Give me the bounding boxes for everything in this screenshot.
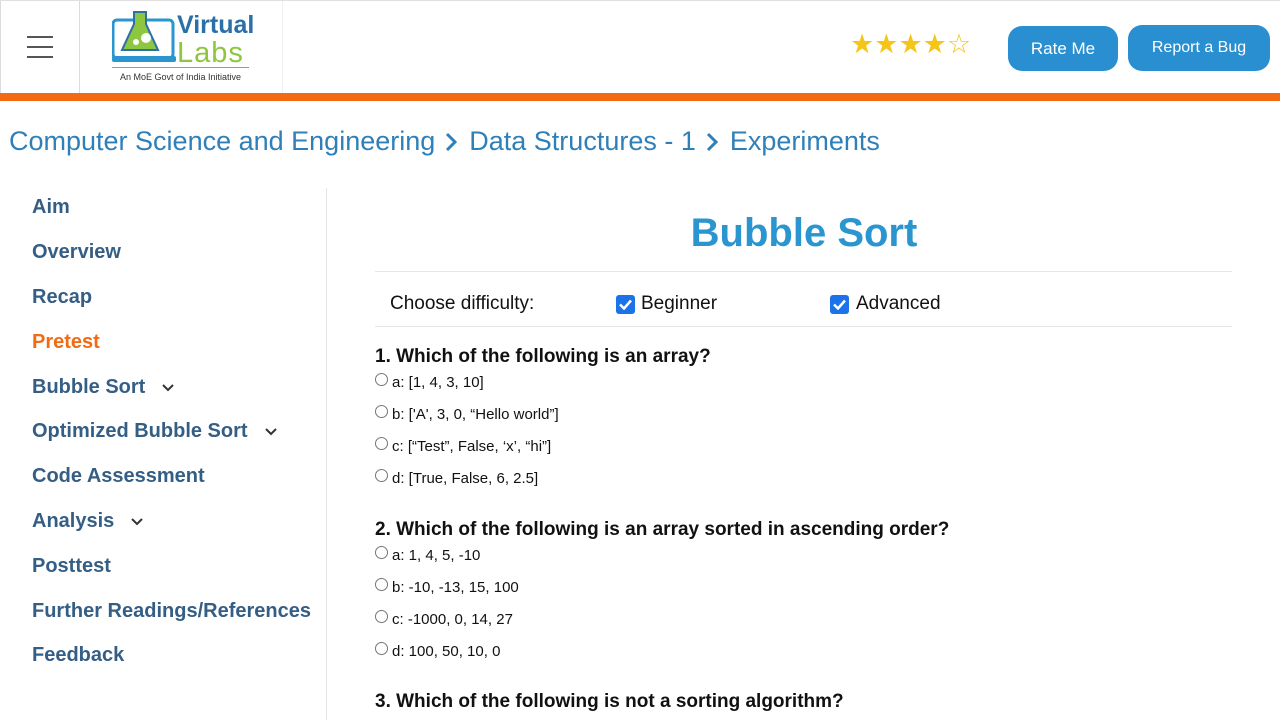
menu-icon-line [27, 46, 53, 48]
sidebar-item-label: Recap [32, 286, 93, 308]
logo-tagline: An MoE Govt of India Initiative [120, 72, 242, 82]
menu-icon-line [27, 56, 53, 58]
sidebar-item[interactable]: Aim [32, 196, 70, 219]
sidebar-item-label: Pretest [32, 331, 100, 353]
logo-divider [112, 67, 249, 68]
answer-option[interactable]: c: -1000, 0, 14, 27 [375, 610, 513, 628]
sidebar-item-label: Feedback [32, 644, 125, 666]
advanced-label[interactable]: Advanced [856, 293, 941, 315]
answer-option-label: d: [True, False, 6, 2.5] [392, 470, 539, 487]
answer-option[interactable]: a: 1, 4, 5, -10 [375, 546, 481, 564]
logo-word-virtual: Virtual [177, 11, 255, 39]
sidebar-item[interactable]: Overview [32, 241, 121, 264]
chevron-down-icon[interactable] [130, 517, 144, 527]
answer-radio[interactable] [375, 642, 388, 655]
answer-option-label: b: -10, -13, 15, 100 [392, 579, 519, 596]
sidebar-item[interactable]: Pretest [32, 331, 100, 354]
rate-me-button[interactable]: Rate Me [1008, 26, 1118, 71]
question-text: 3. Which of the following is not a sorti… [375, 691, 844, 712]
checkmark-icon [619, 299, 632, 310]
sidebar-item[interactable]: Code Assessment [32, 465, 205, 488]
menu-icon-line [27, 36, 53, 38]
top-header: Virtual Labs An MoE Govt of India Initia… [0, 0, 1280, 94]
hamburger-menu-button[interactable] [0, 1, 80, 94]
breadcrumb-item[interactable]: Experiments [730, 126, 880, 157]
sidebar-item-label: Aim [32, 196, 70, 218]
question-text: 1. Which of the following is an array? [375, 346, 711, 367]
page-title: Bubble Sort [690, 211, 918, 255]
difficulty-label: Choose difficulty: [390, 293, 535, 314]
answer-option[interactable]: a: [1, 4, 3, 10] [375, 373, 484, 391]
star-filled-icon[interactable]: ★ [898, 31, 922, 58]
chevron-right-icon [446, 132, 458, 151]
answer-option[interactable]: d: 100, 50, 10, 0 [375, 642, 501, 660]
beginner-checkbox[interactable] [616, 295, 635, 314]
answer-option-label: c: -1000, 0, 14, 27 [392, 611, 513, 628]
chevron-right-icon [706, 132, 718, 151]
answer-option[interactable]: c: [“Test”, False, ‘x’, “hi”] [375, 437, 552, 455]
answer-radio[interactable] [375, 437, 388, 450]
answer-radio[interactable] [375, 469, 388, 482]
answer-option-label: c: [“Test”, False, ‘x’, “hi”] [392, 438, 552, 455]
star-rating[interactable]: ★ ★ ★ ★ ☆ [850, 31, 971, 58]
star-filled-icon[interactable]: ★ [850, 31, 874, 58]
sidebar-item[interactable]: Optimized Bubble Sort [32, 420, 278, 443]
answer-option-label: d: 100, 50, 10, 0 [392, 643, 501, 660]
chevron-down-icon[interactable] [264, 427, 278, 437]
answer-option[interactable]: b: -10, -13, 15, 100 [375, 578, 519, 596]
answer-option-label: a: [1, 4, 3, 10] [392, 374, 484, 391]
checkmark-icon [833, 299, 846, 310]
sidebar-item[interactable]: Bubble Sort [32, 376, 175, 399]
answer-option[interactable]: d: [True, False, 6, 2.5] [375, 469, 539, 487]
breadcrumb-item[interactable]: Computer Science and Engineering [9, 126, 435, 157]
sidebar-item-label: Further Readings/References [32, 600, 311, 622]
star-empty-icon[interactable]: ☆ [947, 31, 971, 58]
sidebar-item-label: Analysis [32, 510, 115, 532]
virtual-labs-logo[interactable]: Virtual Labs An MoE Govt of India Initia… [80, 1, 283, 94]
accent-divider [0, 93, 1280, 101]
sidebar-item-label: Optimized Bubble Sort [32, 420, 248, 442]
breadcrumb-item[interactable]: Data Structures - 1 [469, 126, 696, 157]
answer-radio[interactable] [375, 405, 388, 418]
sidebar-item[interactable]: Further Readings/References [32, 600, 311, 623]
sidebar-item[interactable]: Posttest [32, 555, 111, 578]
answer-radio[interactable] [375, 373, 388, 386]
beginner-label[interactable]: Beginner [641, 293, 717, 315]
sidebar-item[interactable]: Analysis [32, 510, 144, 533]
answer-option-label: a: 1, 4, 5, -10 [392, 547, 481, 564]
report-bug-button[interactable]: Report a Bug [1128, 25, 1270, 71]
sidebar-item-label: Overview [32, 241, 121, 263]
star-filled-icon[interactable]: ★ [923, 31, 947, 58]
flask-logo-icon [112, 11, 176, 62]
difficulty-selector: Choose difficulty: Beginner Advanced [375, 271, 1232, 327]
sidebar-item[interactable]: Feedback [32, 644, 124, 667]
answer-radio[interactable] [375, 610, 388, 623]
answer-radio[interactable] [375, 578, 388, 591]
sidebar-item-label: Bubble Sort [32, 376, 146, 398]
advanced-checkbox[interactable] [830, 295, 849, 314]
sidebar-item[interactable]: Recap [32, 286, 92, 309]
answer-option-label: b: ['A', 3, 0, “Hello world”] [392, 406, 559, 423]
answer-option[interactable]: b: ['A', 3, 0, “Hello world”] [375, 405, 559, 423]
logo-word-labs: Labs [177, 37, 244, 69]
question-text: 2. Which of the following is an array so… [375, 519, 950, 540]
breadcrumb: Computer Science and Engineering Data St… [9, 126, 880, 157]
answer-radio[interactable] [375, 546, 388, 559]
sidebar-nav: Aim Overview Recap Pretest Bubble Sort Optimi… [0, 188, 327, 720]
sidebar-item-label: Posttest [32, 555, 111, 577]
chevron-down-icon[interactable] [161, 383, 175, 393]
star-filled-icon[interactable]: ★ [874, 31, 898, 58]
sidebar-item-label: Code Assessment [32, 465, 205, 487]
